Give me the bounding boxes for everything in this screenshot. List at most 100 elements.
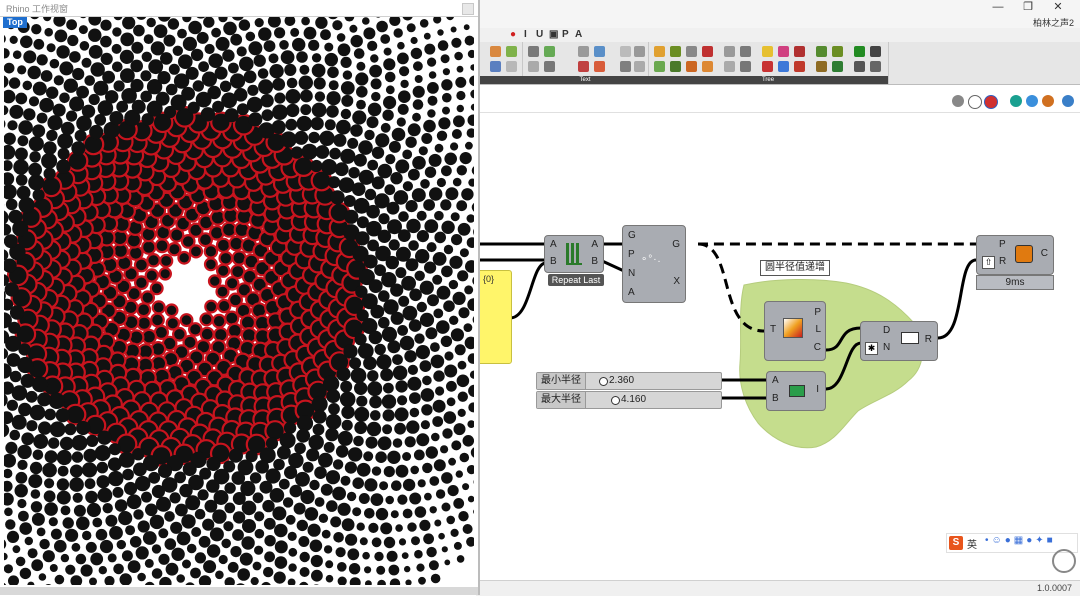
component-icon[interactable]	[578, 61, 589, 72]
output-b[interactable]: B	[591, 256, 598, 267]
menu-item-a[interactable]: A	[575, 29, 582, 40]
component-icon[interactable]	[816, 61, 827, 72]
menu-item-i[interactable]: I	[524, 29, 527, 40]
component-icon[interactable]	[870, 61, 881, 72]
input-n[interactable]: N	[883, 342, 890, 353]
component-icon[interactable]	[686, 46, 697, 57]
navigation-compass-icon[interactable]	[1052, 549, 1076, 573]
display-icon[interactable]	[1042, 95, 1054, 107]
component-icon[interactable]	[578, 46, 589, 57]
component-icon[interactable]	[528, 61, 539, 72]
component-icon[interactable]	[832, 46, 843, 57]
input-a[interactable]: A	[628, 287, 635, 298]
input-p[interactable]: P	[628, 249, 635, 260]
preview-wire-icon[interactable]	[968, 95, 982, 109]
pattern-dot	[86, 435, 98, 447]
display-icon[interactable]	[1010, 95, 1022, 107]
component-icon[interactable]	[634, 61, 645, 72]
component-icon[interactable]	[794, 46, 805, 57]
component-icon[interactable]	[778, 61, 789, 72]
slider-knob[interactable]	[599, 377, 608, 386]
output-c[interactable]: C	[1041, 248, 1048, 259]
slider-knob[interactable]	[611, 396, 620, 405]
component-icon[interactable]	[816, 46, 827, 57]
component-icon[interactable]	[670, 61, 681, 72]
component-icon[interactable]	[544, 61, 555, 72]
menu-item-u[interactable]: U	[536, 29, 543, 40]
component-icon[interactable]	[654, 61, 665, 72]
preview-shaded-icon[interactable]	[984, 95, 998, 109]
component-icon[interactable]	[490, 46, 501, 57]
component-icon[interactable]	[740, 61, 751, 72]
input-g[interactable]: G	[628, 230, 636, 241]
component-icon[interactable]	[528, 46, 539, 57]
min-radius-slider[interactable]: 最小半径 2.360	[536, 372, 722, 390]
output-a[interactable]: A	[591, 239, 598, 250]
input-p[interactable]: P	[999, 239, 1006, 250]
output-x[interactable]: X	[673, 276, 680, 287]
minimize-button[interactable]: —	[983, 0, 1013, 14]
component-icon[interactable]	[724, 46, 735, 57]
component-icon[interactable]	[506, 61, 517, 72]
component-icon[interactable]	[740, 46, 751, 57]
component-icon[interactable]	[832, 61, 843, 72]
output-i[interactable]: I	[816, 384, 819, 395]
spiral-component[interactable]: G P N A G X ∘°·.	[622, 225, 686, 303]
input-n[interactable]: N	[628, 268, 635, 279]
component-icon[interactable]	[594, 46, 605, 57]
rhino-close-button[interactable]	[462, 3, 474, 15]
input-d[interactable]: D	[883, 325, 890, 336]
remap-component[interactable]: D N R ✱	[860, 321, 938, 361]
component-icon[interactable]	[870, 46, 881, 57]
component-icon[interactable]	[794, 61, 805, 72]
input-r[interactable]: R	[999, 256, 1006, 267]
gradient-component[interactable]: T P L C	[764, 301, 826, 361]
component-icon[interactable]	[762, 61, 773, 72]
component-icon[interactable]	[620, 61, 631, 72]
component-icon[interactable]	[670, 46, 681, 57]
component-icon[interactable]	[854, 61, 865, 72]
input-a[interactable]: A	[550, 239, 557, 250]
output-r[interactable]: R	[925, 334, 932, 345]
input-b[interactable]: B	[772, 393, 779, 404]
component-icon[interactable]	[506, 46, 517, 57]
output-c[interactable]: C	[814, 342, 821, 353]
preview-off-icon[interactable]	[952, 95, 964, 107]
menu-item-p[interactable]: P	[562, 29, 569, 40]
repeat-last-component[interactable]: A B A B	[544, 235, 604, 273]
output-g[interactable]: G	[672, 239, 680, 250]
component-icon[interactable]	[686, 61, 697, 72]
component-icon[interactable]	[654, 46, 665, 57]
component-icon[interactable]	[702, 46, 713, 57]
input-b[interactable]: B	[550, 256, 557, 267]
component-icon[interactable]	[490, 61, 501, 72]
component-icon[interactable]	[778, 46, 789, 57]
output-p[interactable]: P	[814, 307, 821, 318]
domain-component[interactable]: A B I	[766, 371, 826, 411]
close-button[interactable]: ✕	[1043, 0, 1073, 14]
custom-preview-component[interactable]: P R C ⇧	[976, 235, 1054, 275]
pattern-dot	[15, 148, 28, 161]
menu-item-icon[interactable]: ▣	[549, 29, 558, 40]
viewport-label[interactable]: Top	[3, 17, 27, 28]
component-icon[interactable]	[854, 46, 865, 57]
view-options-icon[interactable]	[1062, 95, 1074, 107]
max-radius-slider[interactable]: 最大半径 4.160	[536, 391, 722, 409]
component-icon[interactable]	[620, 46, 631, 57]
component-icon[interactable]	[762, 46, 773, 57]
component-icon[interactable]	[702, 61, 713, 72]
component-icon[interactable]	[594, 61, 605, 72]
input-a[interactable]: A	[772, 375, 779, 386]
component-icon[interactable]	[724, 61, 735, 72]
yellow-panel[interactable]: {0}	[476, 270, 512, 364]
input-t[interactable]: T	[770, 324, 776, 335]
component-icon[interactable]	[634, 46, 645, 57]
display-icon[interactable]	[1026, 95, 1038, 107]
gh-canvas[interactable]: {0} A B A B Repeat Last G P N A G X ∘°·.…	[476, 113, 1080, 580]
menu-item-0[interactable]: ●	[510, 29, 516, 40]
viewport-canvas[interactable]	[4, 17, 474, 585]
ime-language[interactable]: 英	[967, 536, 977, 551]
component-icon[interactable]	[544, 46, 555, 57]
output-l[interactable]: L	[815, 324, 821, 335]
maximize-button[interactable]: ❐	[1013, 0, 1043, 14]
